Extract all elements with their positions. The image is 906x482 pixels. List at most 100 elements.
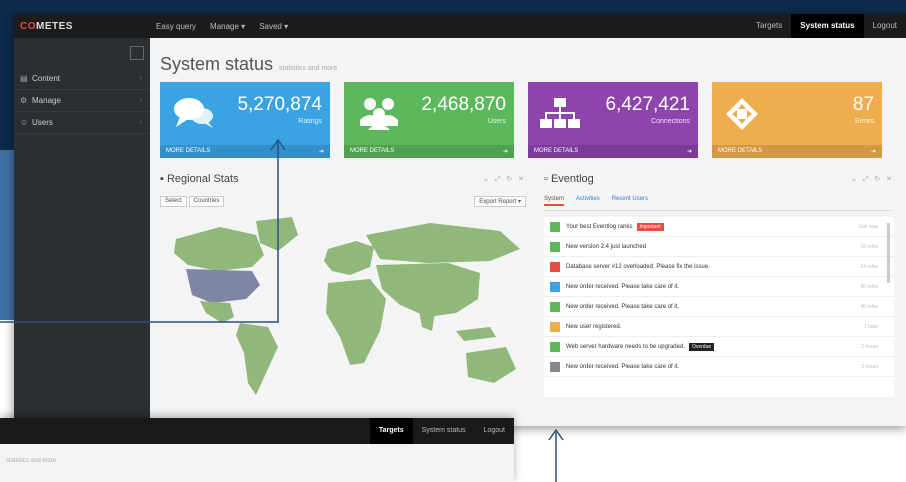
- event-time: 2 hours: [861, 343, 878, 350]
- tab-system[interactable]: System: [544, 196, 565, 206]
- arrow-right-icon: ➜: [686, 149, 692, 155]
- page-subtitle: statistics and more: [279, 65, 338, 72]
- select-button[interactable]: Select: [160, 196, 187, 207]
- tile-footer[interactable]: MORE DETAILS ➜: [712, 145, 882, 158]
- nav-manage[interactable]: Manage ▾: [210, 22, 245, 31]
- panel-tools-icon[interactable]: ⌄ ⤢ ↻ ✕: [851, 175, 894, 184]
- event-time: 3 hours: [861, 363, 878, 370]
- map-greenland: [256, 217, 298, 251]
- secondary-window: Targets System status Logout statistics …: [0, 418, 514, 482]
- gear-icon: ⚙: [20, 96, 28, 105]
- nav-system-status[interactable]: System status: [791, 14, 864, 38]
- tab-activities[interactable]: Activities: [576, 196, 600, 206]
- secondary-subtitle: statistics and more: [6, 458, 57, 464]
- event-text: New order received. Please take care of …: [566, 303, 680, 310]
- map-africa: [326, 279, 386, 365]
- event-time: 24 mins: [860, 263, 878, 270]
- dashboard-window: COMETES Easy query Manage ▾ Saved ▾ Targ…: [14, 14, 906, 426]
- top-right-nav: Targets System status Logout: [747, 14, 906, 38]
- tile-users[interactable]: 2,468,870 Users MORE DETAILS ➜: [344, 82, 514, 158]
- event-type-icon: [550, 301, 560, 312]
- users-group-icon: [360, 98, 398, 130]
- event-text: New order received. Please take care of …: [566, 363, 680, 370]
- tile-label: Errors: [854, 118, 874, 125]
- event-text: New version 2.4 just launched: [566, 243, 647, 250]
- event-type-icon: [550, 361, 560, 372]
- chevron-right-icon: ›: [139, 119, 142, 126]
- event-row[interactable]: New user registered. 1 hour: [544, 317, 894, 337]
- sidebar-item-users[interactable]: ☺ Users ›: [14, 112, 150, 134]
- map-australia: [466, 347, 516, 383]
- nav-saved[interactable]: Saved ▾: [259, 22, 288, 31]
- sidebar-toggle-button[interactable]: [130, 46, 144, 60]
- content-icon: ▤: [20, 74, 28, 83]
- map-indonesia: [456, 327, 496, 341]
- tile-label: Connections: [651, 118, 690, 125]
- sidebar-item-label: Users: [32, 118, 53, 127]
- event-type-icon: [550, 321, 560, 332]
- nav-targets[interactable]: Targets: [369, 418, 413, 444]
- map-russia: [366, 223, 520, 263]
- sidebar-item-manage[interactable]: ⚙ Manage ›: [14, 90, 150, 112]
- panel-tools-icon[interactable]: ⌄ ⤢ ↻ ✕: [483, 175, 526, 184]
- nav-logout[interactable]: Logout: [864, 14, 906, 38]
- tile-value: 6,427,421: [605, 94, 690, 115]
- event-time: 30 mins: [860, 283, 878, 290]
- tile-value: 2,468,870: [421, 94, 506, 115]
- tile-footer[interactable]: MORE DETAILS ➜: [160, 145, 330, 158]
- tile-connections[interactable]: 6,427,421 Connections MORE DETAILS ➜: [528, 82, 698, 158]
- event-type-icon: [550, 261, 560, 272]
- tile-footer[interactable]: MORE DETAILS ➜: [528, 145, 698, 158]
- tile-ratings[interactable]: 5,270,874 Ratings MORE DETAILS ➜: [160, 82, 330, 158]
- event-row[interactable]: New order received. Please take care of …: [544, 357, 894, 377]
- main-content: System status statistics and more 5,270,8…: [150, 38, 906, 426]
- page-title-text: System status: [160, 54, 274, 74]
- event-badge: Overdue: [688, 342, 715, 351]
- nav-logout[interactable]: Logout: [475, 418, 514, 444]
- sidebar-item-content[interactable]: ▤ Content ›: [14, 68, 150, 90]
- tile-footer[interactable]: MORE DETAILS ➜: [344, 145, 514, 158]
- tab-recent-users[interactable]: Recent Users: [612, 196, 648, 206]
- export-report-button[interactable]: Export Report ▾: [474, 196, 526, 207]
- sitemap-icon: [540, 98, 580, 128]
- brand-name: METES: [36, 20, 73, 32]
- nav-system-status[interactable]: System status: [413, 418, 475, 444]
- scrollbar[interactable]: [887, 223, 890, 283]
- event-row[interactable]: New order received. Please take care of …: [544, 297, 894, 317]
- event-row[interactable]: Web server hardware needs to be upgraded…: [544, 337, 894, 357]
- user-icon: ☺: [20, 118, 29, 127]
- regional-stats-panel: ▪ Regional Stats ⌄ ⤢ ↻ ✕ Select Countries …: [160, 172, 526, 402]
- event-row[interactable]: Your best Eventlog ranks Important Just no…: [544, 217, 894, 237]
- nav-easy-query[interactable]: Easy query: [156, 22, 196, 31]
- eventlog-tabs: System Activities Recent Users: [544, 196, 894, 211]
- nav-targets[interactable]: Targets: [747, 14, 791, 38]
- event-badge: Important: [636, 222, 664, 231]
- panel-title: ▪ Regional Stats: [160, 173, 239, 185]
- sidebar-item-label: Manage: [32, 96, 61, 105]
- map-south-america: [236, 323, 278, 395]
- event-row[interactable]: Database server #12 overloaded. Please f…: [544, 257, 894, 277]
- panels-row: ▪ Regional Stats ⌄ ⤢ ↻ ✕ Select Countries …: [160, 172, 896, 402]
- brand-logo[interactable]: COMETES: [14, 21, 150, 32]
- tile-footer-label: MORE DETAILS: [350, 148, 395, 154]
- secondary-top-navbar: Targets System status Logout: [0, 418, 514, 444]
- sidebar: ▤ Content › ⚙ Manage › ☺ Users ›: [14, 38, 150, 426]
- map-europe: [324, 241, 374, 275]
- stat-tiles: 5,270,874 Ratings MORE DETAILS ➜ 2,468,87…: [160, 82, 896, 158]
- tile-value: 5,270,874: [237, 94, 322, 115]
- top-navbar: COMETES Easy query Manage ▾ Saved ▾ Targ…: [14, 14, 906, 38]
- event-type-icon: [550, 221, 560, 232]
- event-row[interactable]: New version 2.4 just launched 16 mins: [544, 237, 894, 257]
- map-canada: [174, 227, 264, 271]
- tile-footer-label: MORE DETAILS: [166, 148, 211, 154]
- event-row[interactable]: New order received. Please take care of …: [544, 277, 894, 297]
- tile-footer-label: MORE DETAILS: [718, 148, 763, 154]
- map-usa: [186, 269, 260, 303]
- tile-errors[interactable]: 87 Errors MORE DETAILS ➜: [712, 82, 882, 158]
- sidebar-menu: ▤ Content › ⚙ Manage › ☺ Users ›: [14, 68, 150, 134]
- panel-title: ▫ Eventlog: [544, 173, 594, 185]
- world-map[interactable]: [160, 213, 526, 403]
- countries-button[interactable]: Countries: [188, 196, 225, 207]
- sidebar-item-label: Content: [32, 74, 61, 83]
- event-type-icon: [550, 281, 560, 292]
